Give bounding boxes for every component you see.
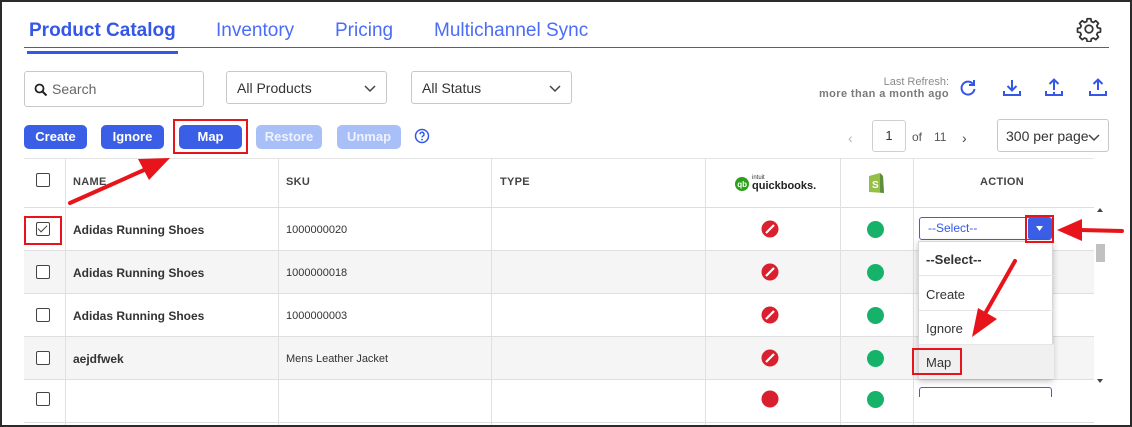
gear-icon[interactable] <box>1076 16 1102 42</box>
column-divider <box>840 158 841 425</box>
header-action: ACTION <box>980 176 1024 188</box>
svg-text:S: S <box>872 180 879 191</box>
chevron-down-icon <box>1088 134 1100 142</box>
download-icon[interactable] <box>1001 77 1023 99</box>
blocked-icon <box>761 306 779 324</box>
annotation-box-map-option <box>912 348 962 375</box>
product-sku: 1000000003 <box>286 310 348 322</box>
product-name: Adidas Running Shoes <box>73 266 205 280</box>
upload-icon[interactable] <box>1087 77 1109 99</box>
tab-product-catalog[interactable]: Product Catalog <box>27 20 178 54</box>
dropdown-option-create[interactable]: Create <box>919 277 1054 311</box>
column-divider <box>913 158 914 425</box>
search-input[interactable] <box>52 80 197 98</box>
status-filter-select[interactable]: All Status <box>411 71 572 104</box>
column-divider <box>491 158 492 425</box>
last-refresh-label: Last Refresh: <box>883 76 949 88</box>
per-page-select[interactable]: 300 per page <box>997 119 1109 152</box>
dropdown-option-select[interactable]: --Select-- <box>919 242 1054 276</box>
status-ok-dot <box>867 221 884 238</box>
search-box <box>24 71 204 107</box>
scroll-down-arrow[interactable] <box>1095 376 1105 386</box>
page-total: 11 <box>934 130 947 144</box>
next-page-button[interactable]: › <box>962 130 967 146</box>
products-filter-value: All Products <box>237 80 312 96</box>
app-frame: Product Catalog Inventory Pricing Multic… <box>0 0 1132 427</box>
row-checkbox[interactable] <box>36 265 50 279</box>
per-page-value: 300 per page <box>1006 128 1089 144</box>
create-button[interactable]: Create <box>24 125 87 149</box>
dropdown-option-ignore[interactable]: Ignore <box>919 311 1054 345</box>
search-icon <box>34 83 48 97</box>
header-type: TYPE <box>500 176 530 188</box>
column-divider <box>705 158 706 425</box>
chevron-down-icon <box>549 85 561 93</box>
select-all-checkbox[interactable] <box>36 173 50 187</box>
refresh-icon[interactable] <box>957 77 979 99</box>
column-divider <box>65 158 66 425</box>
product-name: aejdfwek <box>73 352 124 366</box>
product-sku: 1000000020 <box>286 224 348 236</box>
help-icon[interactable] <box>414 128 430 144</box>
chevron-down-icon <box>364 85 376 93</box>
status-ok-dot <box>867 350 884 367</box>
annotation-box-row-checkbox <box>24 216 62 245</box>
upload-import-icon[interactable] <box>1043 77 1065 99</box>
row-checkbox[interactable] <box>36 308 50 322</box>
row-checkbox[interactable] <box>36 392 50 406</box>
scrollbar-thumb[interactable] <box>1096 244 1105 262</box>
blocked-icon <box>761 263 779 281</box>
tab-bar: Product Catalog Inventory Pricing Multic… <box>24 16 1109 54</box>
unmap-button[interactable]: Unmap <box>337 125 401 149</box>
products-filter-select[interactable]: All Products <box>226 71 387 104</box>
last-refresh-value: more than a month ago <box>818 88 949 100</box>
annotation-box-select-toggle <box>1025 215 1054 243</box>
qb-logo-text: quickbooks. <box>752 180 816 192</box>
blocked-icon <box>761 220 779 238</box>
shopify-logo: S <box>869 173 884 193</box>
blocked-icon <box>761 349 779 367</box>
tab-pricing[interactable]: Pricing <box>335 20 393 42</box>
row-checkbox[interactable] <box>36 351 50 365</box>
status-ok-dot <box>867 307 884 324</box>
status-filter-value: All Status <box>422 80 482 96</box>
page-number-input[interactable]: 1 <box>872 120 906 152</box>
product-name: Adidas Running Shoes <box>73 223 205 237</box>
ignore-button[interactable]: Ignore <box>101 125 164 149</box>
tab-multichannel-sync[interactable]: Multichannel Sync <box>434 20 588 42</box>
annotation-box-map-button <box>173 119 248 154</box>
status-ok-dot <box>867 264 884 281</box>
blocked-icon <box>761 390 779 408</box>
header-name: NAME <box>73 176 107 188</box>
prev-page-button[interactable]: ‹ <box>848 130 853 146</box>
product-sku: 1000000018 <box>286 267 348 279</box>
page-of-label: of <box>912 130 923 144</box>
product-name: Adidas Running Shoes <box>73 309 205 323</box>
svg-text:qb: qb <box>737 180 747 189</box>
column-divider <box>278 158 279 425</box>
quickbooks-logo: qb intuit quickbooks. <box>735 175 816 192</box>
scroll-up-arrow[interactable] <box>1095 205 1105 215</box>
tab-inventory[interactable]: Inventory <box>216 20 294 42</box>
next-row-action-select[interactable] <box>919 387 1052 397</box>
table-header-row: NAME SKU TYPE qb intuit quickbooks. S AC… <box>24 158 1094 208</box>
header-sku: SKU <box>286 176 311 188</box>
product-sku: Mens Leather Jacket <box>286 353 389 365</box>
restore-button[interactable]: Restore <box>256 125 322 149</box>
status-ok-dot <box>867 391 884 408</box>
